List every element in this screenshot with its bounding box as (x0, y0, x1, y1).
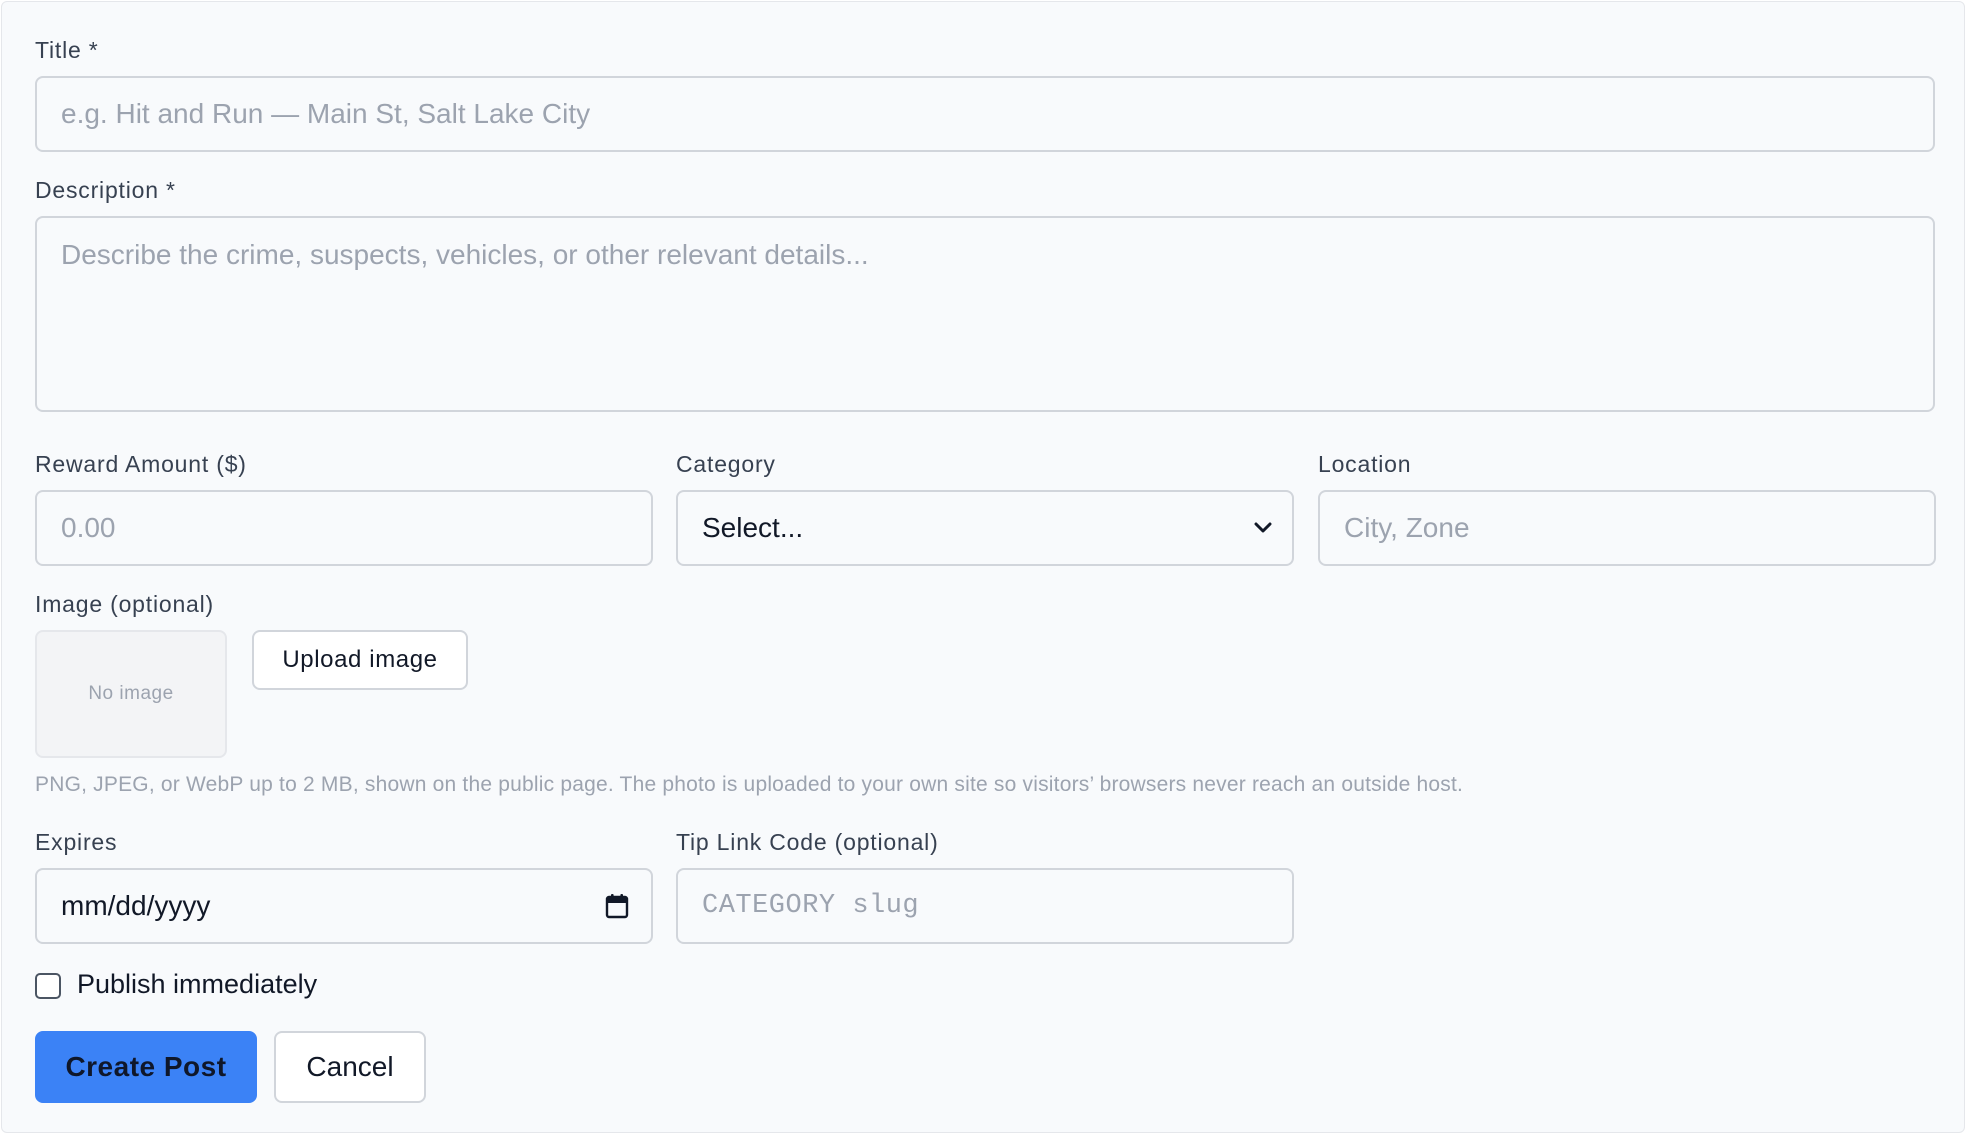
post-form-card: Title * Description * Reward Amount ($) … (1, 1, 1965, 1133)
publish-label[interactable]: Publish immediately (77, 969, 317, 1000)
category-label: Category (676, 451, 776, 477)
category-selected-value: Select... (702, 512, 804, 543)
expires-date-value: mm/dd/yyyy (61, 890, 211, 921)
reward-amount-input[interactable] (35, 490, 653, 566)
create-post-button-label: Create Post (65, 1051, 227, 1082)
calendar-icon[interactable] (605, 893, 629, 919)
description-textarea[interactable] (35, 216, 1935, 412)
title-label: Title * (35, 37, 99, 63)
expires-label: Expires (35, 829, 118, 855)
location-input[interactable] (1318, 490, 1936, 566)
title-input[interactable] (35, 76, 1935, 152)
publish-checkbox[interactable] (35, 973, 61, 999)
image-thumbnail: No image (35, 630, 227, 758)
category-select[interactable]: Select... (676, 490, 1294, 566)
create-post-button[interactable]: Create Post (35, 1031, 257, 1103)
upload-image-button-label: Upload image (282, 646, 438, 673)
cancel-button-label: Cancel (306, 1051, 394, 1082)
image-help-text: PNG, JPEG, or WebP up to 2 MB, shown on … (35, 773, 1464, 796)
description-label: Description * (35, 177, 176, 203)
expires-date-input[interactable]: mm/dd/yyyy (35, 868, 653, 944)
tip-code-label: Tip Link Code (optional) (676, 829, 939, 855)
reward-label: Reward Amount ($) (35, 451, 247, 477)
image-label: Image (optional) (35, 591, 214, 617)
no-image-text: No image (88, 683, 174, 704)
upload-image-button[interactable]: Upload image (252, 630, 468, 690)
chevron-down-icon (1252, 517, 1274, 539)
tip-code-input[interactable] (676, 868, 1294, 944)
cancel-button[interactable]: Cancel (274, 1031, 426, 1103)
location-label: Location (1318, 451, 1412, 477)
